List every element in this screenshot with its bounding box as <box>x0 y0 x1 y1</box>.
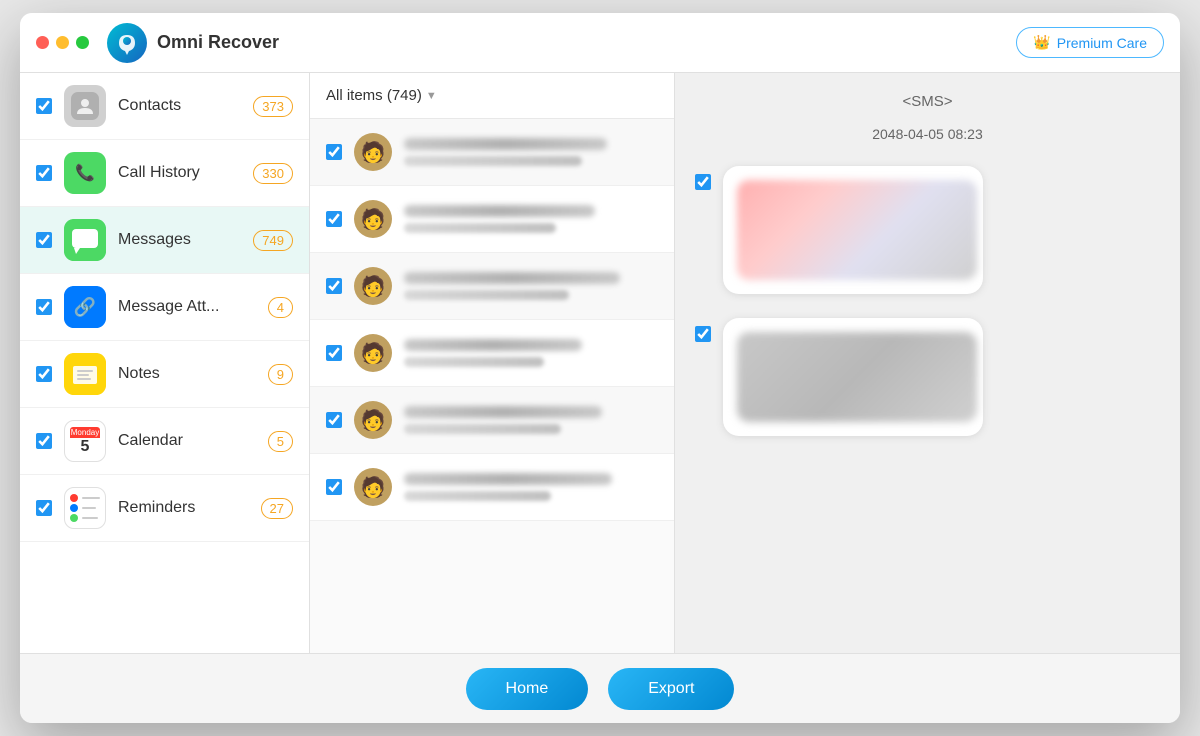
item-4-checkbox[interactable] <box>326 345 342 361</box>
logo-area: Omni Recover <box>105 21 1016 65</box>
list-item[interactable]: 🧑 <box>310 253 674 320</box>
list-item[interactable]: 🧑 <box>310 387 674 454</box>
bubble-1-checkbox[interactable] <box>695 174 711 190</box>
sidebar-item-call-history[interactable]: 📞 Call History 330 <box>20 140 309 207</box>
export-button[interactable]: Export <box>608 668 734 710</box>
item-1-avatar: 🧑 <box>354 133 392 171</box>
list-item[interactable]: 🧑 <box>310 119 674 186</box>
item-2-avatar: 🧑 <box>354 200 392 238</box>
bottom-bar: Home Export <box>20 653 1180 723</box>
reminders-label: Reminders <box>118 499 249 517</box>
contacts-label: Contacts <box>118 97 241 115</box>
sidebar-item-calendar[interactable]: Monday 5 Calendar 5 <box>20 408 309 475</box>
contacts-checkbox[interactable] <box>36 98 52 114</box>
filter-bar: All items (749) ▼ <box>310 73 674 119</box>
item-5-checkbox[interactable] <box>326 412 342 428</box>
contacts-icon <box>64 85 106 127</box>
item-3-content <box>404 272 658 300</box>
list-item[interactable]: 🧑 <box>310 186 674 253</box>
reminders-checkbox[interactable] <box>36 500 52 516</box>
item-2-checkbox[interactable] <box>326 211 342 227</box>
right-panel: <SMS> 2048-04-05 08:23 <box>675 73 1180 653</box>
call-history-badge: 330 <box>253 163 293 184</box>
maximize-button[interactable] <box>76 36 89 49</box>
message-list: 🧑 🧑 🧑 <box>310 119 674 653</box>
notes-icon <box>64 353 106 395</box>
notes-label: Notes <box>118 365 256 383</box>
item-6-checkbox[interactable] <box>326 479 342 495</box>
traffic-lights <box>36 36 89 49</box>
calendar-label: Calendar <box>118 432 256 450</box>
premium-care-button[interactable]: 👑 Premium Care <box>1016 27 1164 58</box>
main-content: Contacts 373 📞 Call History 330 <box>20 73 1180 653</box>
item-6-content <box>404 473 658 501</box>
home-button[interactable]: Home <box>466 668 589 710</box>
reminders-badge: 27 <box>261 498 293 519</box>
call-history-checkbox[interactable] <box>36 165 52 181</box>
call-history-icon: 📞 <box>64 152 106 194</box>
calendar-checkbox[interactable] <box>36 433 52 449</box>
item-5-content <box>404 406 658 434</box>
svg-text:🔗: 🔗 <box>74 296 96 318</box>
sidebar-item-notes[interactable]: Notes 9 <box>20 341 309 408</box>
item-5-avatar: 🧑 <box>354 401 392 439</box>
notes-badge: 9 <box>268 364 293 385</box>
item-4-content <box>404 339 658 367</box>
app-window: Omni Recover 👑 Premium Care Contacts <box>20 13 1180 723</box>
calendar-icon: Monday 5 <box>64 420 106 462</box>
close-button[interactable] <box>36 36 49 49</box>
reminders-dots <box>70 494 100 522</box>
chat-bubble-container-1 <box>695 166 1160 294</box>
bubble-2-checkbox[interactable] <box>695 326 711 342</box>
chevron-down-icon: ▼ <box>426 90 437 102</box>
messages-label: Messages <box>118 231 241 249</box>
sidebar: Contacts 373 📞 Call History 330 <box>20 73 310 653</box>
middle-panel: All items (749) ▼ 🧑 🧑 <box>310 73 675 653</box>
sms-label: <SMS> <box>695 93 1160 110</box>
item-3-avatar: 🧑 <box>354 267 392 305</box>
item-6-avatar: 🧑 <box>354 468 392 506</box>
item-2-content <box>404 205 658 233</box>
reminders-icon <box>64 487 106 529</box>
item-3-checkbox[interactable] <box>326 278 342 294</box>
messages-icon <box>64 219 106 261</box>
app-name: Omni Recover <box>157 32 279 53</box>
calendar-badge: 5 <box>268 431 293 452</box>
sidebar-item-message-att[interactable]: 🔗 Message Att... 4 <box>20 274 309 341</box>
item-4-avatar: 🧑 <box>354 334 392 372</box>
minimize-button[interactable] <box>56 36 69 49</box>
sidebar-item-reminders[interactable]: Reminders 27 <box>20 475 309 542</box>
calendar-day: 5 <box>70 438 100 456</box>
message-att-badge: 4 <box>268 297 293 318</box>
contacts-badge: 373 <box>253 96 293 117</box>
chat-bubble-container-2 <box>695 318 1160 436</box>
sidebar-item-contacts[interactable]: Contacts 373 <box>20 73 309 140</box>
item-1-checkbox[interactable] <box>326 144 342 160</box>
app-logo <box>105 21 149 65</box>
messages-badge: 749 <box>253 230 293 251</box>
list-item[interactable]: 🧑 <box>310 454 674 521</box>
call-history-label: Call History <box>118 164 241 182</box>
notes-checkbox[interactable] <box>36 366 52 382</box>
calendar-header: Monday <box>70 427 100 438</box>
chat-bubble-1 <box>723 166 983 294</box>
bubble-1-content <box>737 180 977 280</box>
messages-checkbox[interactable] <box>36 232 52 248</box>
svg-text:📞: 📞 <box>75 162 95 182</box>
item-1-content <box>404 138 658 166</box>
titlebar: Omni Recover 👑 Premium Care <box>20 13 1180 73</box>
sidebar-item-messages[interactable]: Messages 749 <box>20 207 309 274</box>
message-att-checkbox[interactable] <box>36 299 52 315</box>
message-att-label: Message Att... <box>118 298 256 316</box>
filter-dropdown[interactable]: All items (749) ▼ <box>326 87 658 104</box>
message-att-icon: 🔗 <box>64 286 106 328</box>
message-timestamp: 2048-04-05 08:23 <box>695 126 1160 142</box>
crown-icon: 👑 <box>1033 34 1050 51</box>
list-item[interactable]: 🧑 <box>310 320 674 387</box>
chat-bubble-2 <box>723 318 983 436</box>
bubble-2-content <box>737 332 977 422</box>
